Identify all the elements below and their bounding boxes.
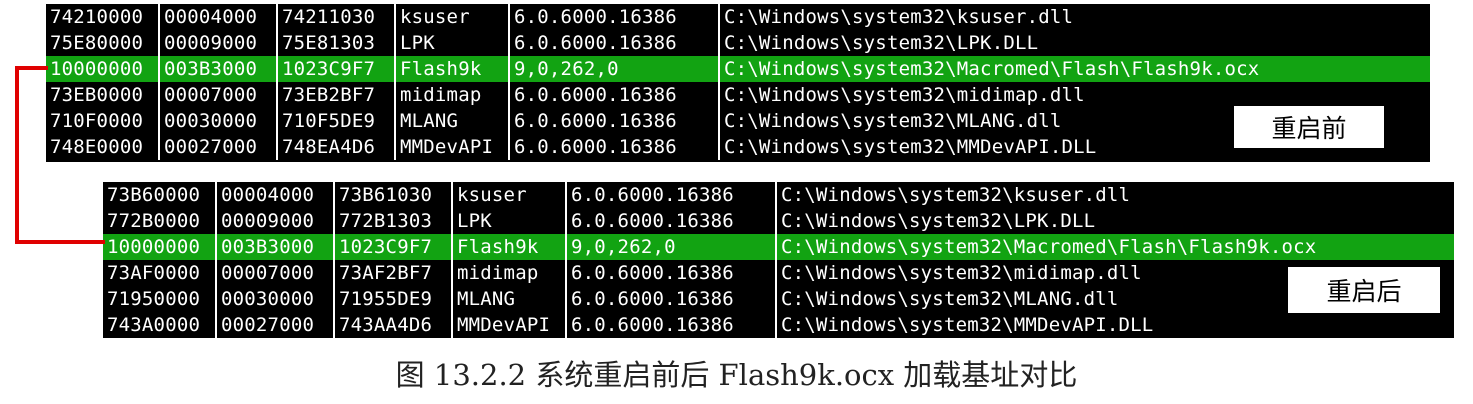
table-row[interactable]: 710F0000 00030000 710F5DE9 MLANG 6.0.6000.16… <box>46 108 1430 134</box>
file-path-cell: C:\Windows\system32\LPK.DLL <box>781 210 1096 232</box>
entry-point-cell: 748EA4D6 <box>278 134 396 160</box>
base-address-cell: 772B0000 <box>103 208 217 234</box>
entry-point-cell: 710F5DE9 <box>278 108 396 134</box>
table-row[interactable]: 71950000 00030000 71955DE9 MLANG 6.0.6000.16… <box>103 286 1454 312</box>
module-name-cell: midimap <box>396 82 510 108</box>
module-size-cell: 00030000 <box>160 108 278 134</box>
module-rows-before: 74210000 00004000 74211030 ksuser 6.0.6000.1… <box>46 4 1430 160</box>
entry-point-cell: 772B1303 <box>335 208 453 234</box>
module-size-cell: 00007000 <box>160 82 278 108</box>
module-size-cell: 00030000 <box>217 286 335 312</box>
file-version-cell: 6.0.6000.16386 <box>567 260 777 286</box>
file-path-cell: C:\Windows\system32\LPK.DLL <box>724 32 1039 54</box>
figure-caption: 图 13.2.2 系统重启前后 Flash9k.ocx 加载基址对比 <box>395 358 1078 392</box>
base-address-cell: 74210000 <box>46 4 160 30</box>
file-version-cell: 6.0.6000.16386 <box>567 182 777 208</box>
file-path-cell: C:\Windows\system32\ksuser.dll <box>781 184 1131 206</box>
connector-vertical-line <box>15 66 19 244</box>
module-name-cell: MLANG <box>396 108 510 134</box>
module-list-before: 74210000 00004000 74211030 ksuser 6.0.6000.1… <box>46 4 1430 162</box>
table-row[interactable]: 73B60000 00004000 73B61030 ksuser 6.0.6000.1… <box>103 182 1454 208</box>
table-row-highlighted[interactable]: 10000000 003B3000 1023C9F7 Flash9k 9,0,262,0… <box>103 234 1454 260</box>
module-name-cell: LPK <box>453 208 567 234</box>
entry-point-cell: 743AA4D6 <box>335 312 453 338</box>
file-version-cell: 6.0.6000.16386 <box>567 312 777 338</box>
entry-point-cell: 73EB2BF7 <box>278 82 396 108</box>
module-size-cell: 003B3000 <box>160 56 278 82</box>
table-row[interactable]: 743A0000 00027000 743AA4D6 MMDevAPI 6.0.6000… <box>103 312 1454 338</box>
file-version-cell: 6.0.6000.16386 <box>510 82 720 108</box>
base-address-cell: 10000000 <box>103 234 217 260</box>
entry-point-cell: 1023C9F7 <box>278 56 396 82</box>
table-row[interactable]: 772B0000 00009000 772B1303 LPK 6.0.6000.1638… <box>103 208 1454 234</box>
file-version-cell: 6.0.6000.16386 <box>567 208 777 234</box>
table-row-highlighted[interactable]: 10000000 003B3000 1023C9F7 Flash9k 9,0,262,0… <box>46 56 1430 82</box>
module-name-cell: MMDevAPI <box>453 312 567 338</box>
base-address-cell: 73EB0000 <box>46 82 160 108</box>
entry-point-cell: 74211030 <box>278 4 396 30</box>
module-name-cell: Flash9k <box>453 234 567 260</box>
module-size-cell: 00007000 <box>217 260 335 286</box>
module-size-cell: 003B3000 <box>217 234 335 260</box>
file-version-cell: 9,0,262,0 <box>510 56 720 82</box>
base-address-cell: 710F0000 <box>46 108 160 134</box>
module-name-cell: ksuser <box>396 4 510 30</box>
entry-point-cell: 75E81303 <box>278 30 396 56</box>
base-address-cell: 73B60000 <box>103 182 217 208</box>
connector-top-line <box>15 66 48 70</box>
module-name-cell: MMDevAPI <box>396 134 510 160</box>
table-row[interactable]: 73AF0000 00007000 73AF2BF7 midimap 6.0.6000.… <box>103 260 1454 286</box>
base-address-cell: 73AF0000 <box>103 260 217 286</box>
file-version-cell: 6.0.6000.16386 <box>510 30 720 56</box>
file-path-cell: C:\Windows\system32\Macromed\Flash\Flash… <box>781 236 1317 258</box>
module-name-cell: LPK <box>396 30 510 56</box>
table-row[interactable]: 74210000 00004000 74211030 ksuser 6.0.6000.1… <box>46 4 1430 30</box>
entry-point-cell: 73B61030 <box>335 182 453 208</box>
base-address-cell: 75E80000 <box>46 30 160 56</box>
module-name-cell: MLANG <box>453 286 567 312</box>
entry-point-cell: 71955DE9 <box>335 286 453 312</box>
module-size-cell: 00027000 <box>217 312 335 338</box>
module-rows-after: 73B60000 00004000 73B61030 ksuser 6.0.6000.1… <box>103 182 1454 338</box>
file-path-cell: C:\Windows\system32\midimap.dll <box>724 84 1085 106</box>
module-size-cell: 00009000 <box>217 208 335 234</box>
module-size-cell: 00004000 <box>217 182 335 208</box>
module-list-after: 73B60000 00004000 73B61030 ksuser 6.0.6000.1… <box>103 182 1454 338</box>
module-name-cell: ksuser <box>453 182 567 208</box>
base-address-cell: 743A0000 <box>103 312 217 338</box>
file-version-cell: 6.0.6000.16386 <box>510 134 720 160</box>
entry-point-cell: 1023C9F7 <box>335 234 453 260</box>
table-row[interactable]: 75E80000 00009000 75E81303 LPK 6.0.6000.1638… <box>46 30 1430 56</box>
base-address-cell: 10000000 <box>46 56 160 82</box>
label-after-restart: 重启后 <box>1288 267 1440 313</box>
file-version-cell: 6.0.6000.16386 <box>567 286 777 312</box>
base-address-cell: 71950000 <box>103 286 217 312</box>
module-name-cell: Flash9k <box>396 56 510 82</box>
module-size-cell: 00009000 <box>160 30 278 56</box>
file-version-cell: 6.0.6000.16386 <box>510 4 720 30</box>
base-address-cell: 748E0000 <box>46 134 160 160</box>
table-row[interactable]: 748E0000 00027000 748EA4D6 MMDevAPI 6.0.6000… <box>46 134 1430 160</box>
module-size-cell: 00027000 <box>160 134 278 160</box>
file-version-cell: 6.0.6000.16386 <box>510 108 720 134</box>
module-name-cell: midimap <box>453 260 567 286</box>
connector-bottom-line <box>15 240 105 244</box>
entry-point-cell: 73AF2BF7 <box>335 260 453 286</box>
label-before-restart: 重启前 <box>1234 106 1384 148</box>
file-path-cell: C:\Windows\system32\ksuser.dll <box>724 6 1074 28</box>
module-size-cell: 00004000 <box>160 4 278 30</box>
table-row[interactable]: 73EB0000 00007000 73EB2BF7 midimap 6.0.6000.… <box>46 82 1430 108</box>
file-version-cell: 9,0,262,0 <box>567 234 777 260</box>
file-path-cell: C:\Windows\system32\MMDevAPI.DLL <box>781 314 1154 336</box>
file-path-cell: C:\Windows\system32\Macromed\Flash\Flash… <box>724 58 1260 80</box>
